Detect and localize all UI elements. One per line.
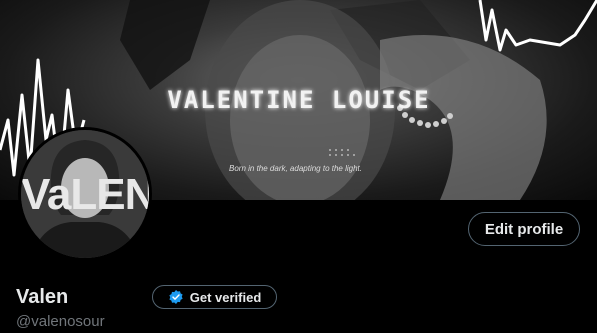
avatar-text: VaLEN [21, 170, 152, 219]
edit-profile-button[interactable]: Edit profile [468, 212, 580, 246]
get-verified-button[interactable]: Get verified [152, 285, 277, 309]
profile-name: Valen [16, 286, 69, 308]
get-verified-label: Get verified [189, 289, 262, 305]
avatar[interactable]: VaLEN [18, 127, 152, 261]
banner-tagline: Born in the dark, adapting to the light. [229, 164, 362, 173]
profile-handle: @valenosour [16, 313, 105, 330]
verified-badge-icon [168, 289, 184, 305]
banner-title: VALENTINE LOUISE [167, 86, 431, 114]
